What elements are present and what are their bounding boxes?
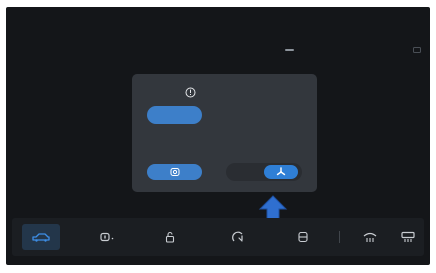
- front-defrost-icon: [363, 232, 377, 242]
- minimize-icon[interactable]: [285, 49, 294, 51]
- tab-seat[interactable]: [292, 224, 314, 250]
- tab-door-lock[interactable]: [159, 224, 181, 250]
- side-mirror-icon: [100, 232, 114, 242]
- camera-button[interactable]: [147, 164, 202, 180]
- toggle-switch[interactable]: [226, 163, 302, 181]
- bottom-control-bar: [12, 218, 424, 256]
- camera-icon: [170, 168, 180, 176]
- fan-icon: [276, 167, 286, 176]
- car-display-screen: [6, 7, 430, 265]
- dialog-option-button[interactable]: [147, 106, 202, 124]
- info-icon: [185, 87, 196, 98]
- rear-defrost-icon: [401, 231, 415, 242]
- tab-steering-heat[interactable]: [227, 224, 249, 250]
- tab-rear-defrost[interactable]: [396, 224, 420, 250]
- tab-front-defrost[interactable]: [358, 224, 382, 250]
- unlock-icon: [165, 231, 175, 243]
- screen-mirror-icon[interactable]: [413, 47, 421, 53]
- tab-side-mirror[interactable]: [94, 224, 122, 250]
- popup-dialog: [132, 74, 317, 192]
- steering-wheel-heat-icon: [232, 231, 243, 242]
- car-icon: [32, 233, 50, 242]
- toggle-knob[interactable]: [264, 165, 298, 179]
- divider: [339, 231, 340, 243]
- seat-icon: [298, 231, 308, 243]
- tab-car[interactable]: [22, 224, 60, 250]
